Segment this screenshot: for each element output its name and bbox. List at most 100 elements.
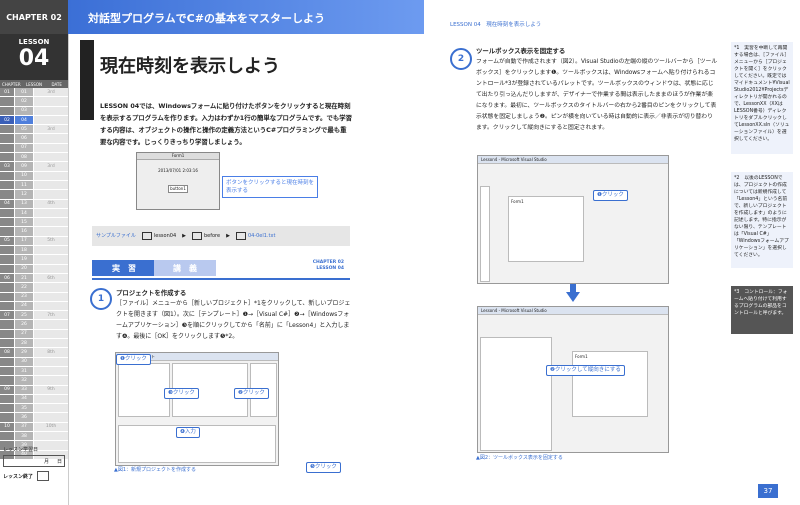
page-header: 対話型プログラムでC#の基本をマスターしよう LESSON 04 現在時刻を表示…	[68, 0, 800, 34]
lesson-grid-cell	[0, 227, 14, 236]
lesson-grid-row: 16	[0, 227, 68, 237]
lesson-grid-row: 03 09 3rd	[0, 162, 68, 172]
lesson-grid-cell	[0, 292, 14, 301]
form-designer-after: Form1	[572, 351, 648, 417]
lesson-grid-cell: 17	[15, 236, 33, 246]
lesson-grid-cell	[0, 413, 14, 422]
lesson-grid-cell	[0, 218, 14, 227]
right-header-title: LESSON 04 現在時刻を表示しよう	[450, 22, 542, 28]
lesson-grid-row: 20	[0, 264, 68, 274]
lesson-grid-cell: 8th	[34, 348, 68, 357]
title-bar-decoration	[80, 40, 94, 120]
form-preview-figure: Form1 2013/07/01 2:03:16 button1	[136, 152, 220, 210]
lesson-grid-cell	[0, 283, 14, 292]
chapter-label: CHAPTER 02	[0, 0, 68, 34]
right-header-band: LESSON 04 現在時刻を表示しよう	[424, 0, 800, 34]
path-file-label: 04-0el1.txt	[247, 233, 276, 239]
lesson-grid-cell	[0, 357, 14, 366]
lesson-grid-cell: 09	[15, 162, 33, 171]
form-preview-callout: ボタンをクリックすると現在時刻を表示する	[222, 176, 318, 198]
lesson-grid-cell	[34, 366, 68, 376]
lesson-grid-row: 19	[0, 255, 68, 265]
lesson-grid-row: 05 3rd	[0, 125, 68, 135]
form-designer-before: Form1	[508, 196, 584, 262]
lesson-grid-row: 07	[0, 143, 68, 154]
lesson-grid-cell: 07	[0, 311, 14, 320]
lesson-grid-cell	[34, 264, 68, 273]
lesson-grid-cell: 14	[15, 208, 33, 218]
lesson-grid-cell	[34, 246, 68, 255]
fig2-callout-1: ❶クリック	[593, 190, 628, 201]
lesson-grid-cell	[0, 376, 14, 385]
lesson-grid-cell	[0, 320, 14, 329]
lesson-grid-cell	[34, 97, 68, 106]
lesson-grid-cell	[34, 153, 68, 162]
path-folder-lesson: lesson04	[141, 232, 177, 240]
lesson-grid-cell	[34, 394, 68, 404]
lesson-grid-cell	[34, 208, 68, 218]
form-preview-titlebar: Form1	[137, 153, 219, 160]
lesson-grid-cell	[34, 115, 68, 125]
folder-icon	[141, 232, 152, 240]
left-header-band: 対話型プログラムでC#の基本をマスターしよう	[68, 0, 424, 34]
sample-file-path: サンプルファイル lesson04 ▶ before ▶ 04-0el1.txt	[92, 226, 350, 246]
lesson-grid-cell: 05	[15, 125, 33, 134]
lesson-grid-cell	[0, 153, 14, 162]
lesson-grid-cell	[34, 292, 68, 301]
lesson-grid-cell: 16	[15, 227, 33, 236]
down-arrow-icon	[566, 292, 580, 302]
lesson-grid-cell	[0, 329, 14, 339]
callout-1: ❶クリック	[116, 354, 151, 365]
lesson-grid-cell	[34, 431, 68, 441]
new-project-dialog-screenshot: 新しいプロジェクト	[115, 352, 279, 466]
lesson-grid-cell: 22	[15, 283, 33, 292]
vs-titlebar-after: Lesson4 - Microsoft Visual Studio	[478, 307, 668, 315]
col-date: DATE	[51, 81, 62, 87]
lesson-grid-cell	[0, 246, 14, 255]
lesson-grid-row: 06 21 6th	[0, 273, 68, 284]
finish-checkbox	[37, 471, 50, 481]
lesson-grid-cell	[0, 404, 14, 413]
lesson-grid-row: 30	[0, 357, 68, 367]
lesson-grid-cell: 13	[15, 199, 33, 208]
lesson-grid-cell	[34, 106, 68, 115]
form-preview-time: 2013/07/01 2:03:16	[158, 168, 198, 173]
lesson-grid-cell: 37	[15, 422, 33, 431]
lesson-grid-cell: 9th	[34, 385, 68, 394]
lesson-grid-cell	[34, 376, 68, 385]
path-file: 04-0el1.txt	[235, 232, 276, 240]
lesson-grid-cell: 01	[15, 88, 33, 97]
lesson-finish: レッスン終了	[3, 471, 65, 481]
lesson-grid-cell: 11	[15, 180, 33, 190]
progress-day: 日	[56, 458, 62, 465]
lesson-label: LESSON	[18, 38, 50, 46]
toolbox-vertical-tab	[480, 186, 490, 282]
lesson-grid-row: 32	[0, 376, 68, 386]
lesson-grid-cell	[0, 394, 14, 404]
lesson-grid-cell: 4th	[34, 199, 68, 208]
step-1-body: ［ファイル］メニューから［新しいプロジェクト］*1をクリックして、新しいプロジェ…	[116, 300, 351, 340]
chapter-sidebar: CHAPTER 02 LESSON 04 CHAPTER LESSON DATE…	[0, 0, 69, 505]
book-spread: CHAPTER 02 LESSON 04 CHAPTER LESSON DATE…	[0, 0, 800, 505]
col-chapter: CHAPTER	[1, 81, 21, 87]
lesson-grid-row: 38	[0, 431, 68, 442]
lesson-grid-cell: 04	[15, 115, 33, 125]
step-2-body: フォームが自動で作成されます（図2）。Visual Studioの左端の縦のツー…	[476, 59, 718, 131]
lesson-grid-cell: 3rd	[34, 162, 68, 171]
lesson-grid-cell: 28	[15, 339, 33, 348]
lesson-grid-cell	[34, 320, 68, 329]
file-icon	[235, 232, 246, 240]
intro-paragraph: LESSON 04では、Windowsフォームに貼り付けたボタンをクリックすると…	[100, 102, 353, 146]
tab-lesson: LESSON 04	[316, 266, 344, 271]
lesson-grid-row: 10	[0, 171, 68, 181]
lesson-grid-row: 04 13 4th	[0, 199, 68, 209]
lesson-grid-cell: 08	[0, 348, 14, 357]
callout-2: ❷クリック	[234, 388, 269, 399]
lesson-grid-cell: 08	[15, 153, 33, 162]
path-folder-lesson-label: lesson04	[153, 233, 177, 239]
lesson-grid-cell: 02	[0, 115, 14, 125]
footnote-2: *2 以後のLESSONでは、プロジェクトの作成については新規作成して「Less…	[731, 172, 793, 268]
fig2-callout-2: ❷クリックして縦向きにする	[546, 365, 625, 376]
lesson-grid-cell: 34	[15, 394, 33, 404]
progress-box: レッスン学習日 月 日 レッスン終了	[3, 446, 65, 481]
